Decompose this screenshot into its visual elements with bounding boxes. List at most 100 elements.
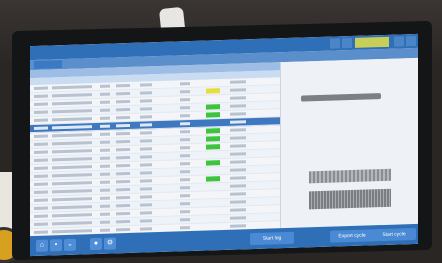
table-cell [52,165,92,170]
table-cell [140,115,152,119]
table-cell [140,195,152,199]
table-cell [100,172,110,176]
table-cell [116,179,130,184]
table-cell [34,118,48,122]
status-badge [206,104,220,110]
table-cell [230,88,246,92]
status-badge [206,160,220,166]
table-cell [180,194,190,198]
table-cell [140,179,152,183]
table-cell [52,101,92,106]
table-cell [230,112,246,116]
table-cell [52,173,92,178]
table-cell [34,86,48,90]
settings-icon[interactable]: ⚙ [104,237,116,250]
table-cell [180,210,190,214]
signal-graph [301,93,381,102]
table-cell [100,164,110,168]
table-cell [230,128,246,132]
table-cell [100,92,110,96]
table-cell [34,110,48,114]
table-cell [100,188,110,192]
table-cell [100,108,110,112]
table-cell [116,187,130,192]
graph-panel [280,57,418,229]
lock-icon[interactable]: ▪ [50,239,62,252]
table-cell [180,98,190,102]
table-cell [100,116,110,120]
tab[interactable] [60,59,106,68]
table-cell [180,130,190,134]
table-cell [34,222,48,226]
table-cell [116,219,130,224]
table-cell [230,152,246,156]
table-cell [52,109,92,114]
table-cell [180,122,190,126]
status-indicator [355,36,389,48]
table-cell [180,226,190,230]
chevron-down-icon[interactable]: ⌄ [64,238,76,252]
table-cell [116,123,130,128]
table-cell [34,214,48,218]
status-badge [206,112,220,118]
status-badge [206,136,220,142]
status-badge [206,176,220,182]
close-icon[interactable] [406,35,416,47]
table-cell [52,189,92,194]
table-cell [52,117,92,122]
start-log-button[interactable]: Start log [250,231,294,246]
status-badge [206,88,220,94]
table-cell [116,203,130,208]
table-cell [52,141,92,146]
table-cell [230,96,246,100]
table-cell [34,198,48,202]
table-cell [52,85,92,90]
table-cell [100,100,110,104]
table-cell [180,170,190,174]
table-cell [34,158,48,162]
start-cycle-button[interactable]: Start cycle [372,227,416,242]
table-cell [140,99,152,103]
table-cell [230,200,246,204]
table-cell [100,180,110,184]
table-cell [180,138,190,142]
settings-icon[interactable] [394,36,404,47]
signal-graph [309,188,391,210]
table-cell [52,197,92,202]
table-cell [34,166,48,170]
table-cell [116,115,130,120]
table-cell [34,206,48,210]
table-cell [180,202,190,206]
table-cell [116,163,130,168]
user-icon[interactable]: ● [90,237,102,251]
table-cell [116,171,130,176]
table-cell [180,154,190,158]
export-cycle-button[interactable]: Export cycle [330,229,374,243]
table-cell [180,114,190,118]
table-cell [52,125,92,130]
signal-graph [309,168,391,184]
window-icon[interactable] [342,37,352,49]
table-cell [140,155,152,159]
table-cell [100,228,110,232]
home-icon[interactable]: ⌂ [36,239,48,252]
table-cell [100,140,110,144]
window-icon[interactable] [330,38,340,49]
table-cell [140,211,152,215]
table-cell [230,216,246,220]
table-cell [116,107,130,112]
table-cell [100,196,110,200]
table-cell [34,142,48,146]
table-cell [116,131,130,136]
table-cell [52,229,92,234]
table-cell [100,156,110,160]
table-cell [100,148,110,152]
table-cell [180,186,190,190]
table-cell [34,102,48,106]
table-cell [34,230,48,234]
table-cell [34,94,48,98]
table-cell [34,134,48,138]
table-cell [140,163,152,167]
table-cell [52,157,92,162]
tab-active[interactable] [34,60,62,69]
